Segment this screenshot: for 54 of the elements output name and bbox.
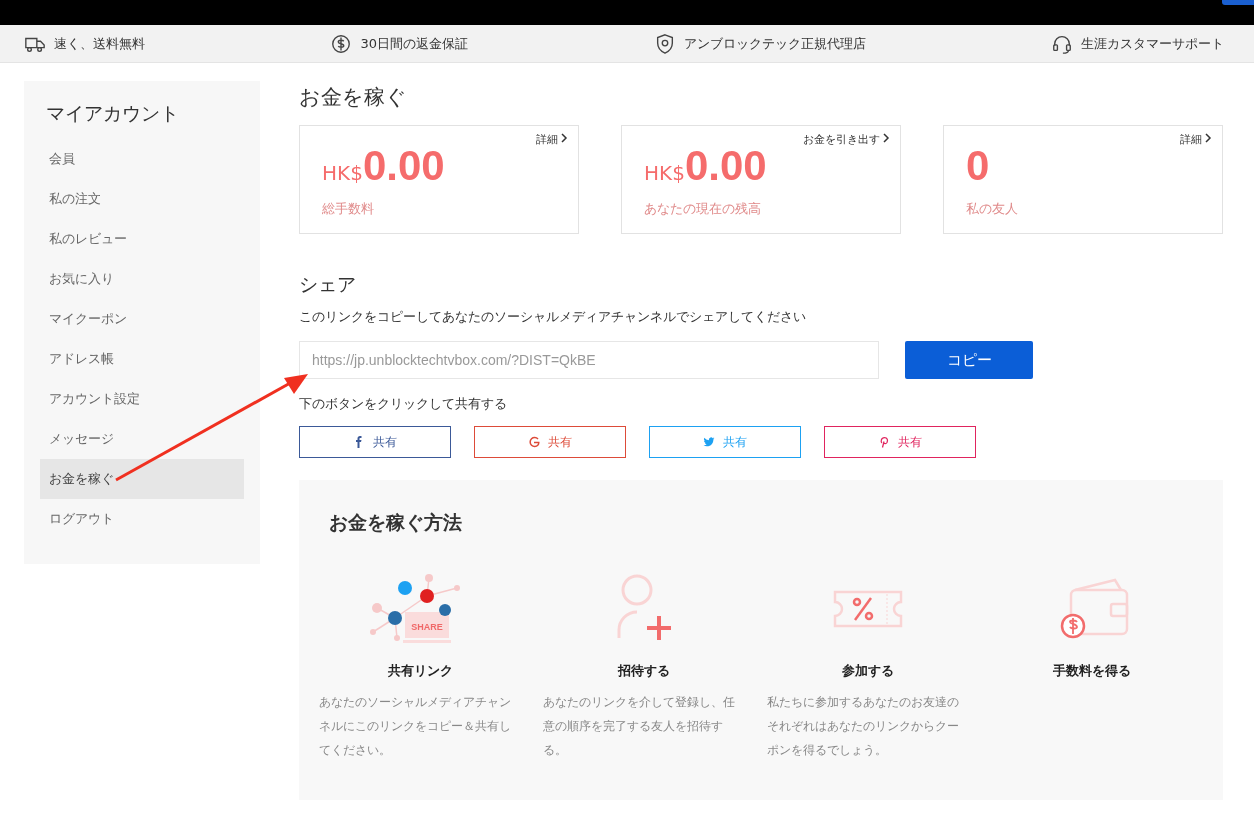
sidebar-item[interactable]: 私のレビュー (40, 219, 244, 259)
section-title: シェア (299, 272, 357, 297)
currency-label: HK$ (644, 161, 685, 185)
stat-label: 私の友人 (966, 200, 1019, 218)
step-title: 共有リンク (387, 662, 453, 680)
share-button[interactable]: 共有 (649, 426, 801, 458)
stat-label: あなたの現在の残高 (644, 200, 762, 218)
benefit-text: アンブロックテック正規代理店 (683, 34, 866, 53)
sidebar-item[interactable]: 会員 (40, 139, 244, 179)
sidebar-item[interactable]: マイクーポン (40, 299, 244, 339)
share-button[interactable]: 共有 (299, 426, 451, 458)
section-title: お金を稼ぐ方法 (329, 510, 463, 535)
stat-value: 0 (966, 142, 990, 190)
benefit-text: 生涯カスタマーサポート (1081, 34, 1224, 53)
dollar-coin-icon (330, 32, 353, 55)
stat-value: 0.00 (362, 142, 445, 190)
sidebar-item[interactable]: お金を稼ぐ (40, 459, 244, 499)
google-icon (528, 436, 540, 448)
sidebar-item[interactable]: アドレス帳 (40, 339, 244, 379)
card-link[interactable]: 詳細 (535, 132, 568, 147)
page-title: お金を稼ぐ (299, 84, 408, 111)
facebook-icon (353, 436, 365, 448)
sidebar-item[interactable]: メッセージ (40, 419, 244, 459)
sidebar-item[interactable]: アカウント設定 (40, 379, 244, 419)
stat-label: 総手数料 (322, 200, 375, 218)
top-bar-accent (1222, 0, 1254, 5)
card-link[interactable]: 詳細 (1179, 132, 1212, 147)
chevron-icon (883, 133, 890, 143)
step-title: 招待する (618, 662, 670, 680)
sidebar-item[interactable]: ログアウト (40, 499, 244, 539)
copy-button[interactable]: コピー (905, 341, 1033, 379)
sidebar-title: マイアカウント (45, 101, 180, 126)
share-hint: 下のボタンをクリックして共有する (299, 395, 508, 413)
step-description: あなたのソーシャルメディアチャンネルにこのリンクをコピー＆共有してください。 (319, 694, 512, 759)
social-share-drawing: SHARE (365, 570, 475, 650)
sidebar-item[interactable]: お気に入り (40, 259, 244, 299)
card-link[interactable]: お金を引き出す (802, 132, 890, 147)
benefit-text: 速く、送料無料 (54, 34, 145, 53)
currency-label: HK$ (322, 161, 363, 185)
step-description: あなたのリンクを介して登録し、任意の順序を完了する友人を招待する。 (543, 694, 736, 759)
share-button[interactable]: 共有 (824, 426, 976, 458)
sidebar-item[interactable]: 私の注文 (40, 179, 244, 219)
bird-icon (703, 436, 715, 448)
step-title: 手数料を得る (1053, 662, 1131, 680)
share-instruction: このリンクをコピーしてあなたのソーシャルメディアチャンネルでシェアしてください (299, 308, 807, 326)
referral-link-field[interactable]: https://jp.unblocktechtvbox.com/?DIST=QkBE (299, 341, 879, 379)
stat-value: 0.00 (684, 142, 767, 190)
step-description: 私たちに参加するあなたのお友達のそれぞれはあなたのリンクからクーポンを得るでしょう。 (767, 694, 960, 759)
chevron-icon (1205, 133, 1212, 143)
benefit-text: 30日間の返金保証 (360, 34, 469, 53)
step-title: 参加する (842, 662, 894, 680)
chevron-icon (561, 133, 568, 143)
share-button[interactable]: 共有 (474, 426, 626, 458)
pinterest-icon (878, 436, 890, 448)
